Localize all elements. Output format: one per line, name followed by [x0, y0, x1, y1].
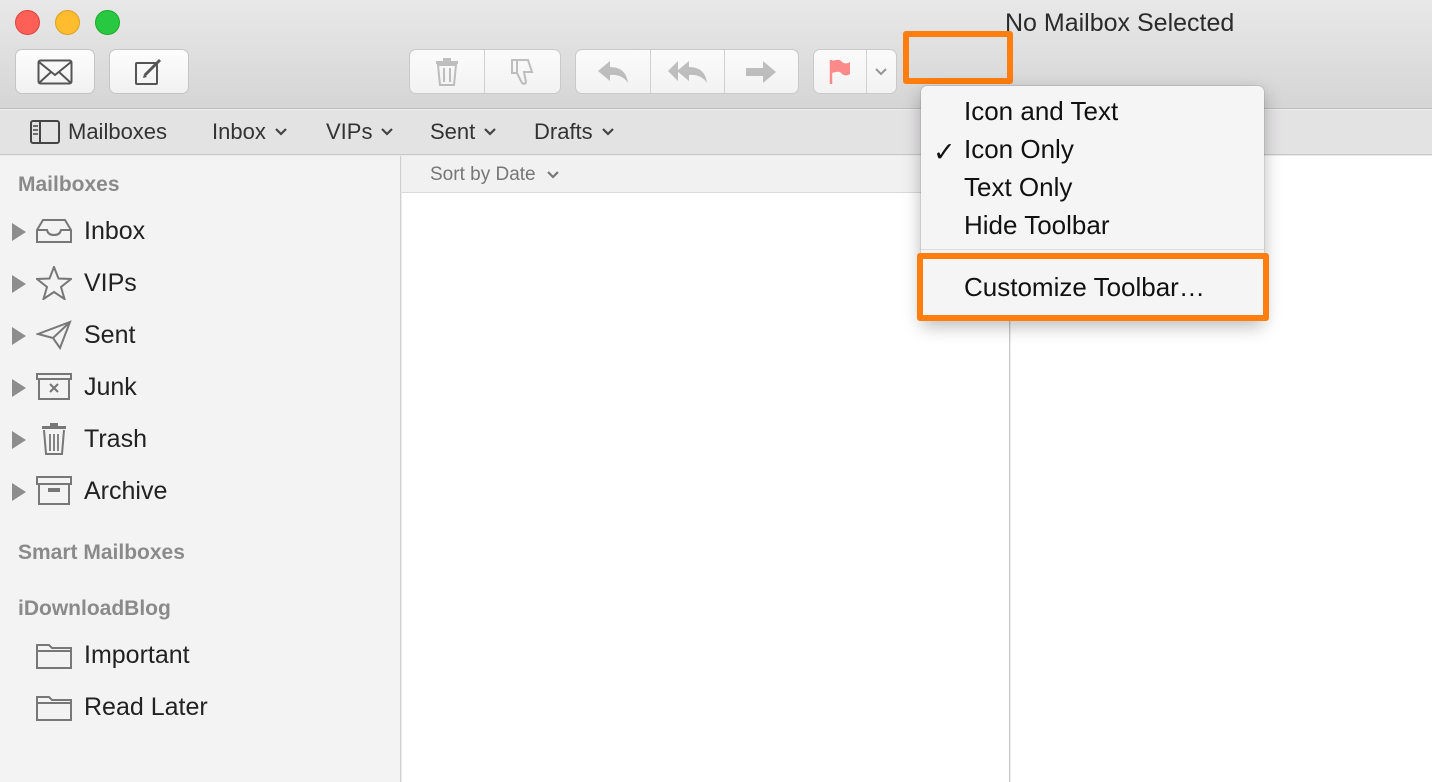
compose-button[interactable]	[109, 49, 189, 94]
flag-button[interactable]	[814, 50, 867, 93]
thumbs-down-icon	[510, 58, 533, 85]
reply-all-button[interactable]	[651, 50, 725, 93]
toolbar-highlight-box	[903, 31, 1013, 84]
sidebar-item-label: Inbox	[84, 217, 146, 245]
flag-menu-button[interactable]	[867, 50, 896, 93]
sidebar-item-inbox[interactable]: Inbox	[0, 211, 400, 251]
sort-label: Sort by Date	[430, 164, 536, 185]
sidebar-item-important[interactable]: Important	[0, 635, 400, 675]
menu-item-icon-and-text[interactable]: Icon and Text	[964, 96, 1118, 127]
sidebar-item-label: Important	[84, 641, 190, 669]
envelope-icon	[37, 59, 73, 84]
sort-by-date-button[interactable]: Sort by Date	[430, 164, 560, 186]
favorite-drafts[interactable]: Drafts	[534, 119, 615, 145]
inbox-tray-icon	[35, 213, 73, 249]
disclosure-triangle-icon[interactable]	[12, 223, 26, 241]
mailbox-sidebar: Mailboxes Inbox VIPs Sent Junk Trash Arc…	[0, 156, 401, 782]
trash-icon	[436, 57, 458, 86]
reply-group	[575, 49, 799, 94]
delete-button[interactable]	[410, 50, 485, 93]
mailboxes-toggle-button[interactable]: Mailboxes	[30, 119, 167, 145]
zoom-window-button[interactable]	[95, 10, 120, 35]
junk-button[interactable]	[485, 50, 560, 93]
section-title-mailboxes: Mailboxes	[18, 173, 120, 196]
star-icon	[35, 265, 73, 301]
sidebar-item-label: Junk	[84, 373, 137, 401]
flag-icon	[829, 59, 850, 84]
window-title: No Mailbox Selected	[1005, 9, 1235, 37]
menu-item-text-only[interactable]: Text Only	[964, 172, 1072, 203]
minimize-window-button[interactable]	[55, 10, 80, 35]
sidebar-item-sent[interactable]: Sent	[0, 315, 400, 355]
favorite-sent-label: Sent	[430, 119, 476, 144]
archive-box-icon	[35, 473, 73, 509]
menu-item-hide-toolbar[interactable]: Hide Toolbar	[964, 210, 1110, 241]
sidebar-item-trash[interactable]: Trash	[0, 419, 400, 459]
delete-junk-group	[409, 49, 561, 94]
chevron-down-icon	[601, 128, 614, 136]
sidebar-item-vips[interactable]: VIPs	[0, 263, 400, 303]
menu-separator	[921, 249, 1264, 250]
disclosure-triangle-icon[interactable]	[12, 327, 26, 345]
favorite-sent[interactable]: Sent	[430, 119, 497, 145]
mailboxes-toggle-label: Mailboxes	[68, 119, 168, 144]
reply-icon	[598, 60, 629, 83]
sidebar-item-label: Sent	[84, 321, 136, 349]
chevron-down-icon	[546, 171, 559, 179]
reply-button[interactable]	[576, 50, 652, 93]
chevron-down-icon	[484, 128, 497, 136]
menu-item-icon-only[interactable]: Icon Only	[964, 134, 1074, 165]
compose-icon	[135, 58, 162, 85]
sidebar-item-label: Archive	[84, 477, 168, 505]
section-title-smart-mailboxes[interactable]: Smart Mailboxes	[18, 541, 185, 565]
folder-icon	[35, 689, 73, 725]
forward-icon	[746, 60, 777, 83]
forward-button[interactable]	[725, 50, 798, 93]
sidebar-icon	[30, 120, 60, 144]
checkmark-icon: ✓	[933, 137, 956, 167]
disclosure-triangle-icon[interactable]	[12, 379, 26, 397]
chevron-down-icon	[275, 128, 287, 136]
sidebar-item-label: Trash	[84, 425, 147, 453]
favorite-vips[interactable]: VIPs	[326, 119, 394, 145]
disclosure-triangle-icon[interactable]	[12, 483, 26, 501]
sidebar-item-read-later[interactable]: Read Later	[0, 687, 400, 727]
disclosure-triangle-icon[interactable]	[12, 275, 26, 293]
close-window-button[interactable]	[15, 10, 40, 35]
favorite-drafts-label: Drafts	[534, 119, 593, 144]
trash-icon	[35, 421, 73, 457]
paper-plane-icon	[35, 317, 73, 353]
chevron-down-icon	[875, 67, 888, 75]
flag-group	[813, 49, 897, 94]
sort-bar: Sort by Date	[402, 156, 1010, 193]
section-title-account[interactable]: iDownloadBlog	[18, 597, 171, 621]
sidebar-item-junk[interactable]: Junk	[0, 367, 400, 407]
favorite-inbox[interactable]: Inbox	[212, 119, 288, 145]
disclosure-triangle-icon[interactable]	[12, 431, 26, 449]
chevron-down-icon	[381, 128, 394, 136]
sidebar-item-label: Read Later	[84, 693, 208, 721]
reply-all-icon	[667, 60, 707, 83]
get-mail-button[interactable]	[15, 49, 95, 94]
message-list[interactable]: Sort by Date	[402, 156, 1010, 782]
favorite-inbox-label: Inbox	[212, 119, 266, 144]
folder-icon	[35, 637, 73, 673]
sidebar-item-archive[interactable]: Archive	[0, 471, 400, 511]
customize-highlight-box	[917, 253, 1269, 321]
junk-box-icon	[35, 369, 73, 405]
favorite-vips-label: VIPs	[326, 119, 373, 144]
sidebar-item-label: VIPs	[84, 269, 137, 297]
